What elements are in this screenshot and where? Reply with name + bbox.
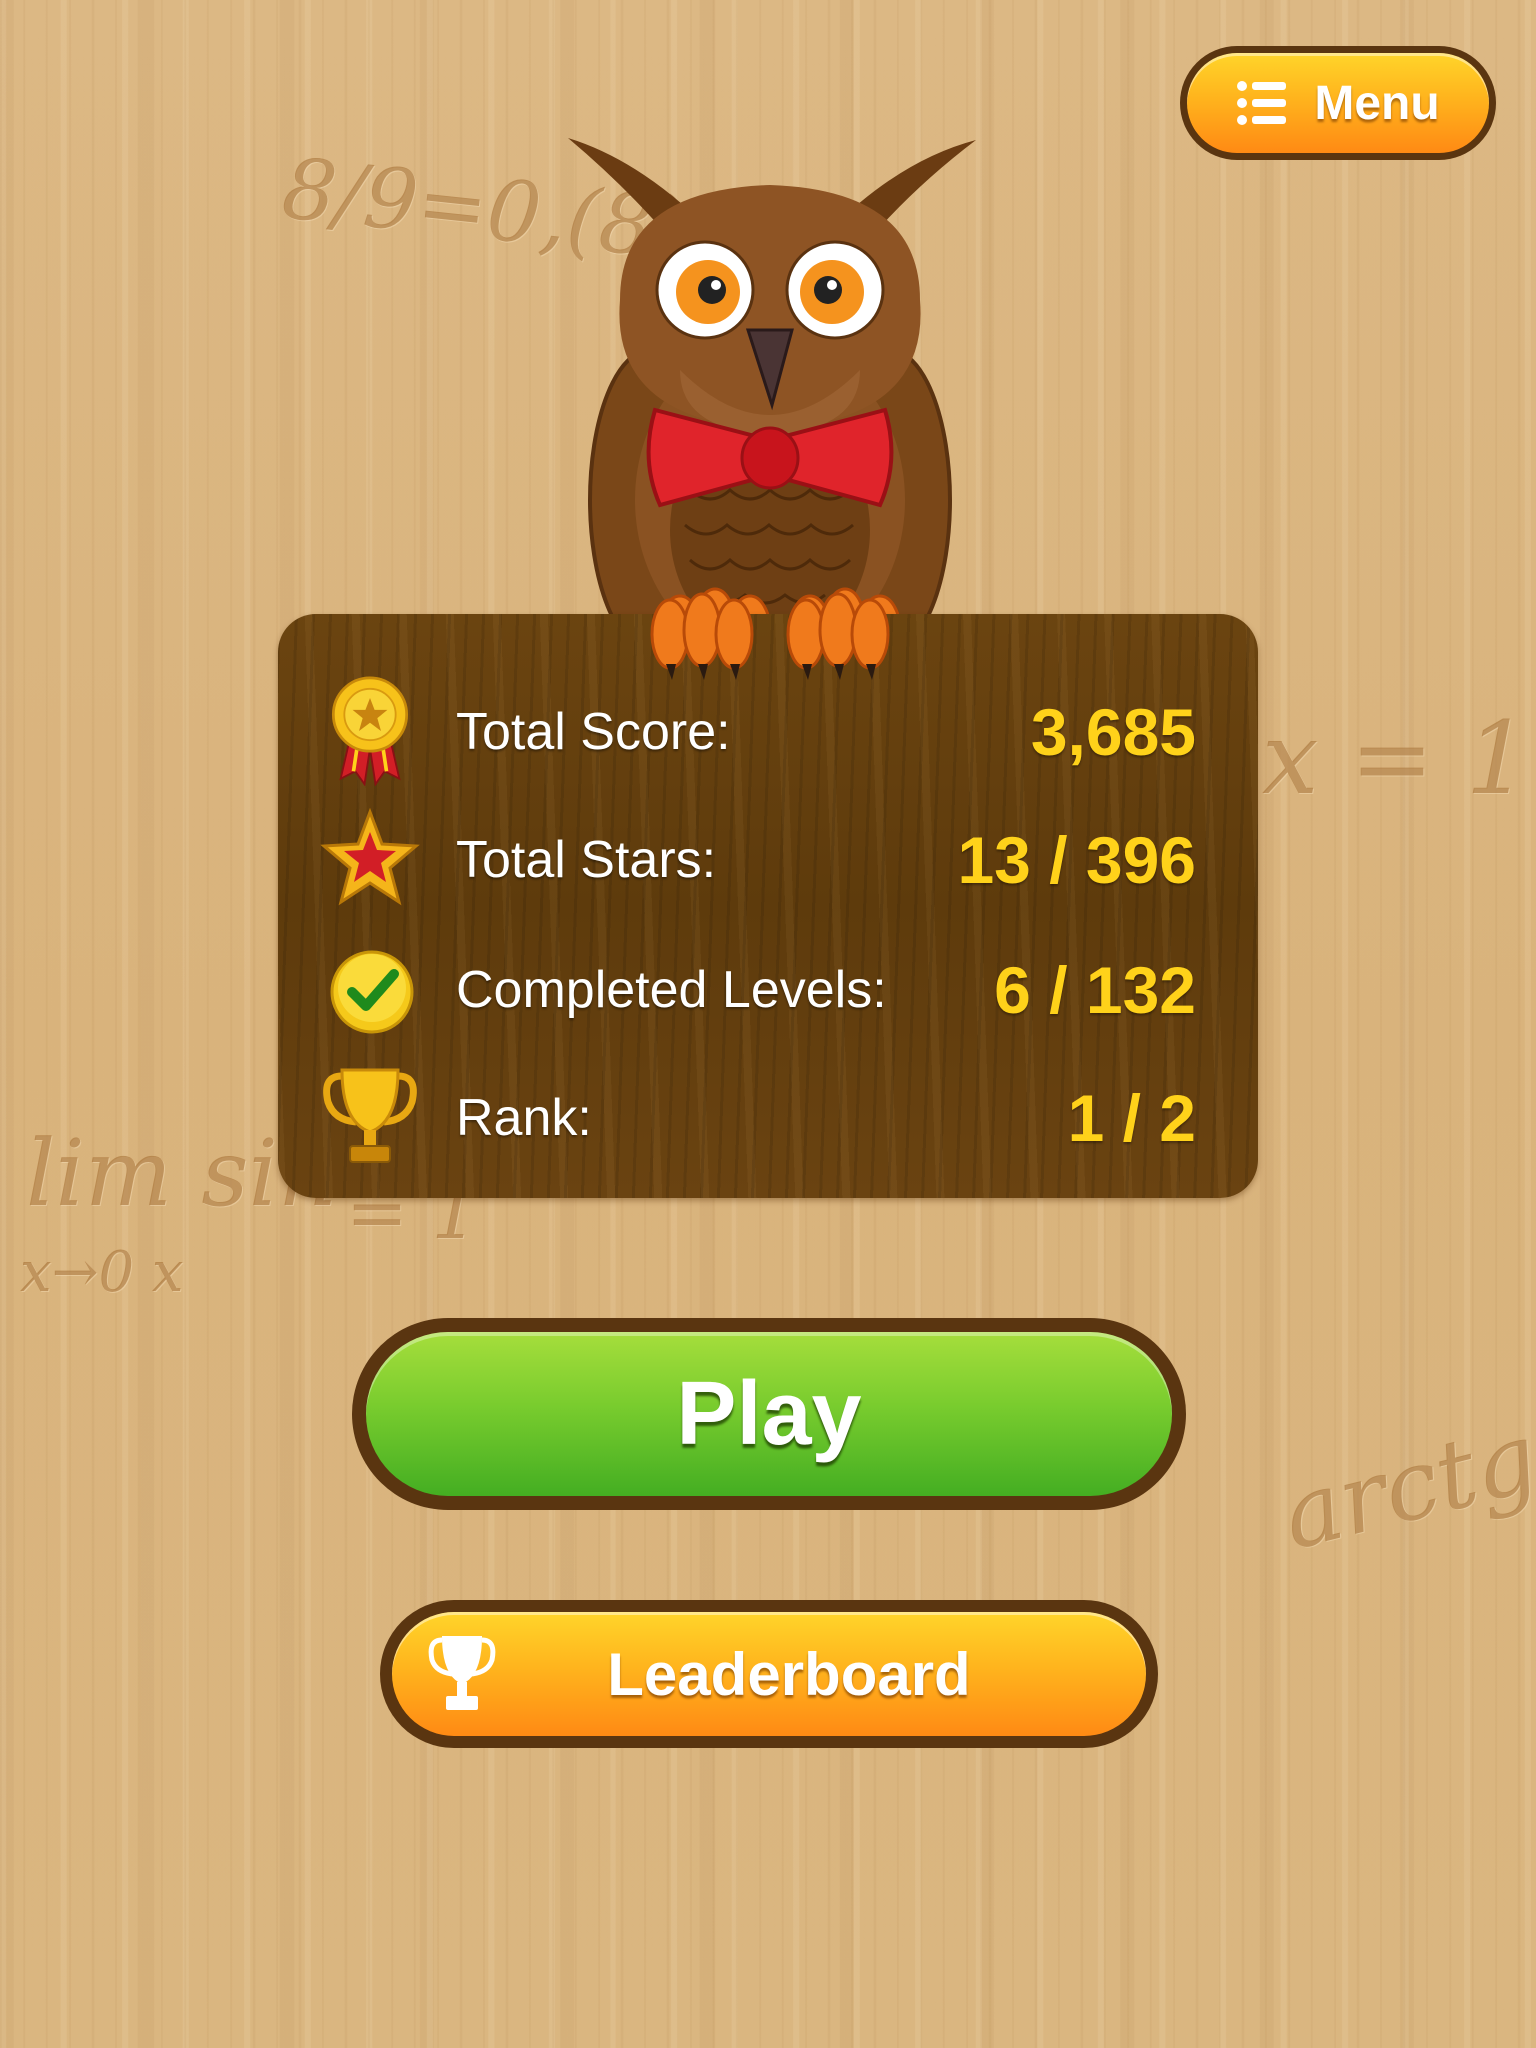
trophy-icon: [323, 1068, 417, 1163]
play-label: Play: [676, 1363, 862, 1464]
total-score-value: 3,685: [1030, 695, 1196, 769]
stat-row-completed-levels: Completed Levels: 6 / 132: [278, 934, 1258, 1044]
stats-panel: Total Score: 3,685 Total Stars: 13 / 396…: [278, 592, 1258, 1198]
rank-value: 1 / 2: [1067, 1081, 1196, 1155]
stat-row-total-score: Total Score: 3,685: [278, 676, 1258, 786]
total-stars-label: Total Stars:: [456, 831, 717, 889]
rank-label: Rank:: [456, 1089, 592, 1147]
completed-levels-value: 6 / 132: [994, 953, 1196, 1027]
completed-levels-label: Completed Levels:: [456, 961, 887, 1019]
menu-button[interactable]: Menu: [1180, 46, 1496, 160]
list-icon: [1237, 81, 1287, 125]
play-button[interactable]: Play: [352, 1318, 1186, 1510]
checkmark-icon: [330, 950, 414, 1034]
menu-button-face[interactable]: Menu: [1187, 53, 1489, 153]
medal-icon: [331, 676, 409, 786]
trophy-icon: [428, 1636, 496, 1710]
math-scribble-limit-sub: x→0 x: [20, 1240, 184, 1305]
stat-row-total-stars: Total Stars: 13 / 396: [278, 804, 1258, 914]
menu-label: Menu: [1314, 76, 1440, 130]
leaderboard-button-face[interactable]: Leaderboard: [392, 1612, 1146, 1736]
math-scribble-arctg: arctg x: [1271, 1380, 1536, 1572]
owl-claws: [650, 592, 890, 680]
total-score-label: Total Score:: [456, 703, 731, 761]
math-scribble-equation: x = 1: [1262, 700, 1530, 817]
star-icon: [320, 807, 420, 906]
play-button-face[interactable]: Play: [366, 1332, 1172, 1496]
total-stars-value: 13 / 396: [957, 823, 1196, 897]
leaderboard-button[interactable]: Leaderboard: [380, 1600, 1158, 1748]
leaderboard-label: Leaderboard: [607, 1640, 971, 1708]
stat-row-rank: Rank: 1 / 2: [278, 1062, 1258, 1172]
